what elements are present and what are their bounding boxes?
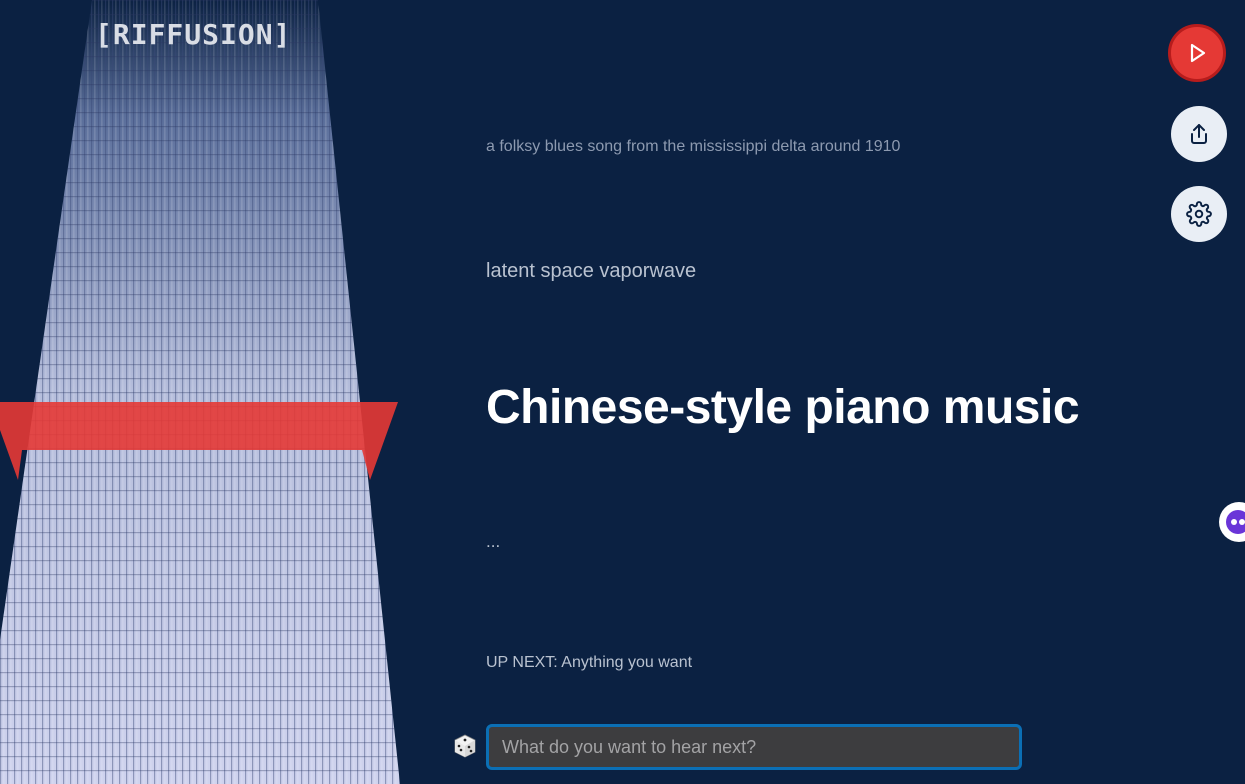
share-button[interactable] — [1171, 106, 1227, 162]
share-icon — [1191, 124, 1207, 144]
dice-icon[interactable] — [453, 734, 477, 758]
previous-prompt-2: a folksy blues song from the mississippi… — [486, 138, 901, 155]
pending-prompt: ... — [486, 532, 501, 551]
gear-icon — [1186, 201, 1212, 227]
up-next-label: UP NEXT: Anything you want — [486, 654, 693, 671]
current-prompt-title: Chinese-style piano music — [486, 381, 1080, 434]
assistant-face-icon — [1226, 510, 1245, 534]
previous-prompt-1: latent space vaporwave — [486, 260, 697, 282]
next-prompt-input[interactable] — [486, 724, 1022, 770]
spectrogram-visualization — [0, 0, 400, 784]
play-icon — [1190, 43, 1206, 63]
assistant-widget[interactable] — [1219, 502, 1245, 542]
settings-button[interactable] — [1171, 186, 1227, 242]
play-button[interactable] — [1168, 24, 1226, 82]
app-logo[interactable]: [RIFFUSION] — [95, 18, 291, 51]
